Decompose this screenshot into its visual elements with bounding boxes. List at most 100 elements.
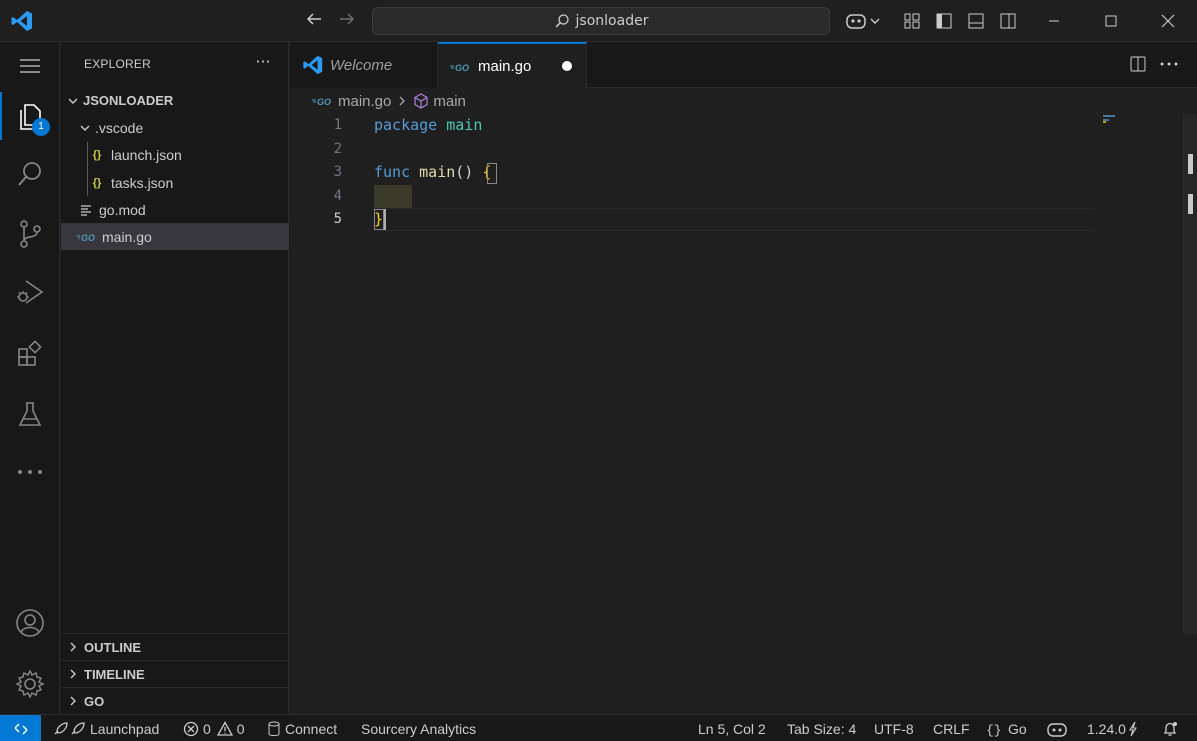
launchpad-status[interactable]: Launchpad bbox=[52, 715, 159, 741]
folder-root-jsonloader[interactable]: JSONLOADER bbox=[61, 87, 289, 114]
breadcrumb-symbol[interactable]: main bbox=[433, 93, 466, 110]
minimap[interactable] bbox=[1102, 114, 1184, 714]
launchpad-label: Launchpad bbox=[90, 720, 160, 737]
remote-icon bbox=[13, 722, 28, 735]
go-version-status[interactable]: 1.24.0 bbox=[1087, 715, 1142, 741]
toggle-panel-icon[interactable] bbox=[964, 9, 988, 33]
split-editor-icon[interactable] bbox=[1126, 52, 1150, 76]
vscode-logo-icon[interactable] bbox=[10, 9, 34, 33]
unsaved-dot-icon[interactable] bbox=[562, 61, 572, 71]
function-token: main bbox=[419, 163, 456, 181]
chevron-down-icon bbox=[77, 120, 93, 136]
forward-arrow-icon[interactable] bbox=[335, 9, 359, 33]
code-editor[interactable]: 1 2 3 4 5 package main func main() { } bbox=[290, 114, 1197, 714]
language-status[interactable]: {} Go bbox=[986, 715, 1027, 741]
run-debug-icon[interactable] bbox=[0, 268, 60, 316]
root-folder-label: JSONLOADER bbox=[83, 93, 174, 108]
file-tasks-json[interactable]: {} tasks.json bbox=[61, 169, 289, 196]
notifications-status[interactable] bbox=[1162, 715, 1182, 741]
chevron-right-icon bbox=[397, 95, 407, 107]
encoding-status[interactable]: UTF-8 bbox=[874, 715, 914, 741]
svg-text:GO: GO bbox=[455, 63, 469, 72]
remote-indicator[interactable] bbox=[0, 715, 41, 741]
file-label: tasks.json bbox=[111, 174, 174, 191]
explorer-more-button[interactable]: ··· bbox=[251, 52, 275, 76]
bracket-match-box bbox=[487, 163, 497, 184]
menu-icon[interactable] bbox=[0, 42, 60, 90]
tab-size-status[interactable]: Tab Size: 4 bbox=[787, 715, 856, 741]
tab-welcome[interactable]: Welcome bbox=[290, 42, 438, 88]
folder-label: .vscode bbox=[95, 119, 144, 136]
code-line-3[interactable]: func main() { bbox=[374, 161, 491, 184]
source-control-icon[interactable] bbox=[0, 210, 60, 258]
package-token: main bbox=[446, 116, 483, 134]
tab-size-label: Tab Size: 4 bbox=[787, 720, 857, 737]
sourcery-status[interactable]: Sourcery Analytics bbox=[361, 715, 476, 741]
chevron-right-icon bbox=[65, 668, 81, 680]
search-icon bbox=[555, 14, 569, 28]
file-go-mod[interactable]: go.mod bbox=[61, 196, 289, 223]
keyword-token: func bbox=[374, 163, 411, 181]
search-icon[interactable] bbox=[0, 150, 60, 198]
account-icon[interactable] bbox=[0, 599, 60, 647]
connect-status[interactable]: Connect bbox=[267, 715, 337, 741]
close-button[interactable] bbox=[1139, 0, 1197, 42]
more-icon[interactable] bbox=[0, 448, 60, 496]
status-bar: Launchpad 0 0 Connect Sourcery Analytics… bbox=[0, 714, 1197, 741]
command-center-search[interactable]: jsonloader bbox=[372, 7, 830, 35]
settings-gear-icon[interactable] bbox=[0, 660, 60, 708]
svg-text:GO: GO bbox=[317, 97, 331, 106]
section-outline[interactable]: OUTLINE bbox=[61, 633, 289, 660]
explorer-badge: 1 bbox=[32, 118, 50, 136]
file-main-go[interactable]: GO main.go bbox=[61, 223, 289, 250]
copilot-icon bbox=[1047, 722, 1067, 737]
problems-status[interactable]: 0 0 bbox=[183, 715, 245, 741]
breadcrumb-file[interactable]: main.go bbox=[338, 93, 391, 110]
error-count: 0 bbox=[203, 720, 211, 737]
toggle-primary-sidebar-icon[interactable] bbox=[932, 9, 956, 33]
minimize-button[interactable] bbox=[1025, 0, 1083, 42]
position-label: Ln 5, Col 2 bbox=[698, 720, 766, 737]
toggle-secondary-sidebar-icon[interactable] bbox=[996, 9, 1020, 33]
tab-main-go[interactable]: GO main.go bbox=[438, 42, 587, 89]
braces-icon: {} bbox=[986, 723, 1002, 737]
svg-text:{}: {} bbox=[986, 723, 1002, 737]
maximize-button[interactable] bbox=[1082, 0, 1140, 42]
cursor-position-status[interactable]: Ln 5, Col 2 bbox=[698, 715, 766, 741]
warning-icon bbox=[216, 720, 233, 736]
folder-vscode[interactable]: .vscode bbox=[61, 114, 289, 141]
go-icon: GO bbox=[77, 232, 97, 242]
more-actions-icon[interactable] bbox=[1157, 52, 1181, 76]
testing-flask-icon[interactable] bbox=[0, 390, 60, 438]
scrollbar-marker bbox=[1188, 194, 1193, 214]
code-line-1[interactable]: package main bbox=[374, 114, 482, 137]
back-arrow-icon[interactable] bbox=[302, 9, 326, 33]
eol-label: CRLF bbox=[933, 720, 970, 737]
customize-layout-icon[interactable] bbox=[900, 9, 924, 33]
lightning-icon bbox=[1128, 721, 1137, 736]
line-number: 2 bbox=[333, 141, 342, 157]
file-label: main.go bbox=[102, 228, 152, 245]
extensions-icon[interactable] bbox=[0, 330, 60, 378]
vscode-logo-icon bbox=[302, 54, 324, 76]
bracket-match-box bbox=[374, 209, 384, 230]
file-launch-json[interactable]: {} launch.json bbox=[61, 141, 289, 168]
chevron-right-icon bbox=[65, 641, 81, 653]
eol-status[interactable]: CRLF bbox=[933, 715, 970, 741]
vertical-scrollbar[interactable] bbox=[1183, 114, 1197, 634]
title-bar: jsonloader bbox=[0, 0, 1197, 42]
explorer-icon[interactable]: 1 bbox=[0, 92, 60, 140]
copilot-status[interactable] bbox=[1047, 715, 1071, 741]
section-go[interactable]: GO bbox=[61, 687, 289, 714]
copilot-icon[interactable] bbox=[843, 9, 883, 33]
chevron-down-icon bbox=[65, 93, 81, 109]
section-label: OUTLINE bbox=[84, 639, 142, 655]
error-icon bbox=[183, 721, 199, 736]
scrollbar-marker bbox=[1188, 154, 1193, 174]
search-text: jsonloader bbox=[575, 13, 649, 29]
tab-label: main.go bbox=[478, 58, 532, 75]
json-braces-icon: {} bbox=[92, 148, 102, 161]
section-timeline[interactable]: TIMELINE bbox=[61, 660, 289, 687]
rocket-icon bbox=[54, 721, 85, 734]
indent-highlight bbox=[374, 185, 412, 208]
